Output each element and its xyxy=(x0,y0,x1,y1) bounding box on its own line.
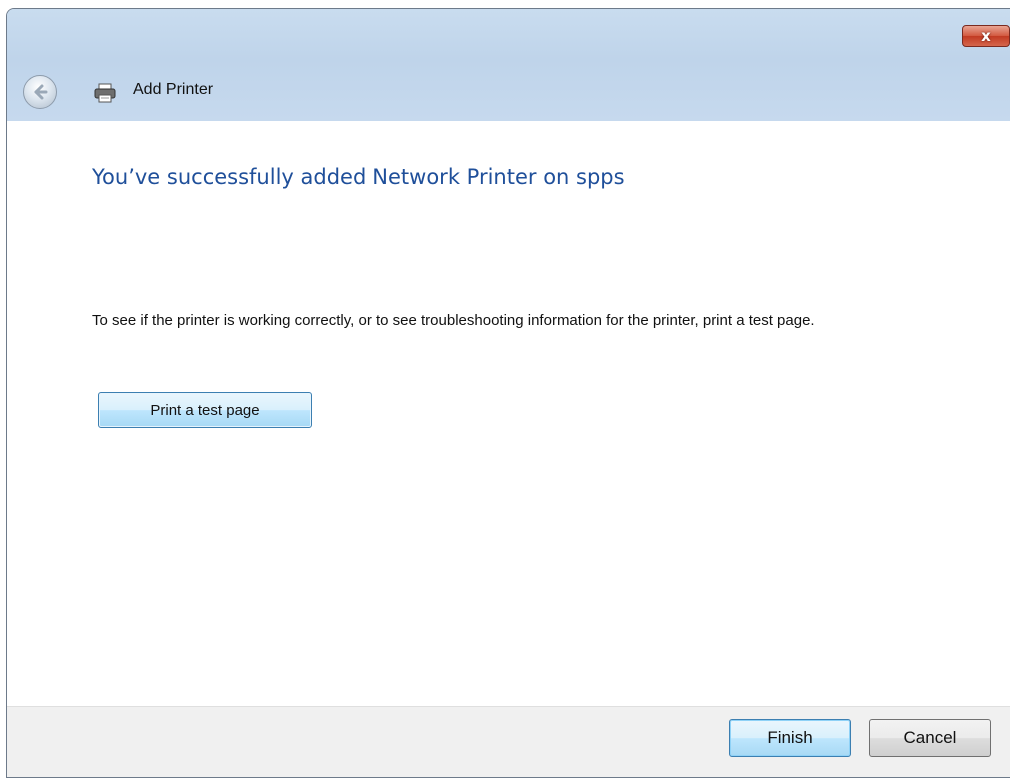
wizard-footer: Finish Cancel xyxy=(7,706,1010,777)
printer-name: Network Printer on spps xyxy=(372,165,625,189)
window-title: Add Printer xyxy=(133,81,214,98)
success-headline: You’ve successfully added Network Printer… xyxy=(92,165,625,189)
close-button[interactable]: x xyxy=(962,25,1010,47)
headline-prefix: You’ve successfully added xyxy=(92,165,367,189)
back-button[interactable] xyxy=(23,75,57,109)
test-page-instructions: To see if the printer is working correct… xyxy=(92,312,815,329)
cancel-button[interactable]: Cancel xyxy=(869,719,991,757)
title-bar: x Add Printer xyxy=(7,9,1010,121)
printer-icon xyxy=(94,83,116,103)
close-icon: x xyxy=(981,27,991,45)
back-arrow-icon xyxy=(34,84,48,100)
print-test-page-button[interactable]: Print a test page xyxy=(98,392,312,428)
wizard-content: You’ve successfully added Network Printer… xyxy=(7,121,1010,706)
finish-button[interactable]: Finish xyxy=(729,719,851,757)
add-printer-window: x Add Printer You’ve successfully added N… xyxy=(6,8,1010,778)
